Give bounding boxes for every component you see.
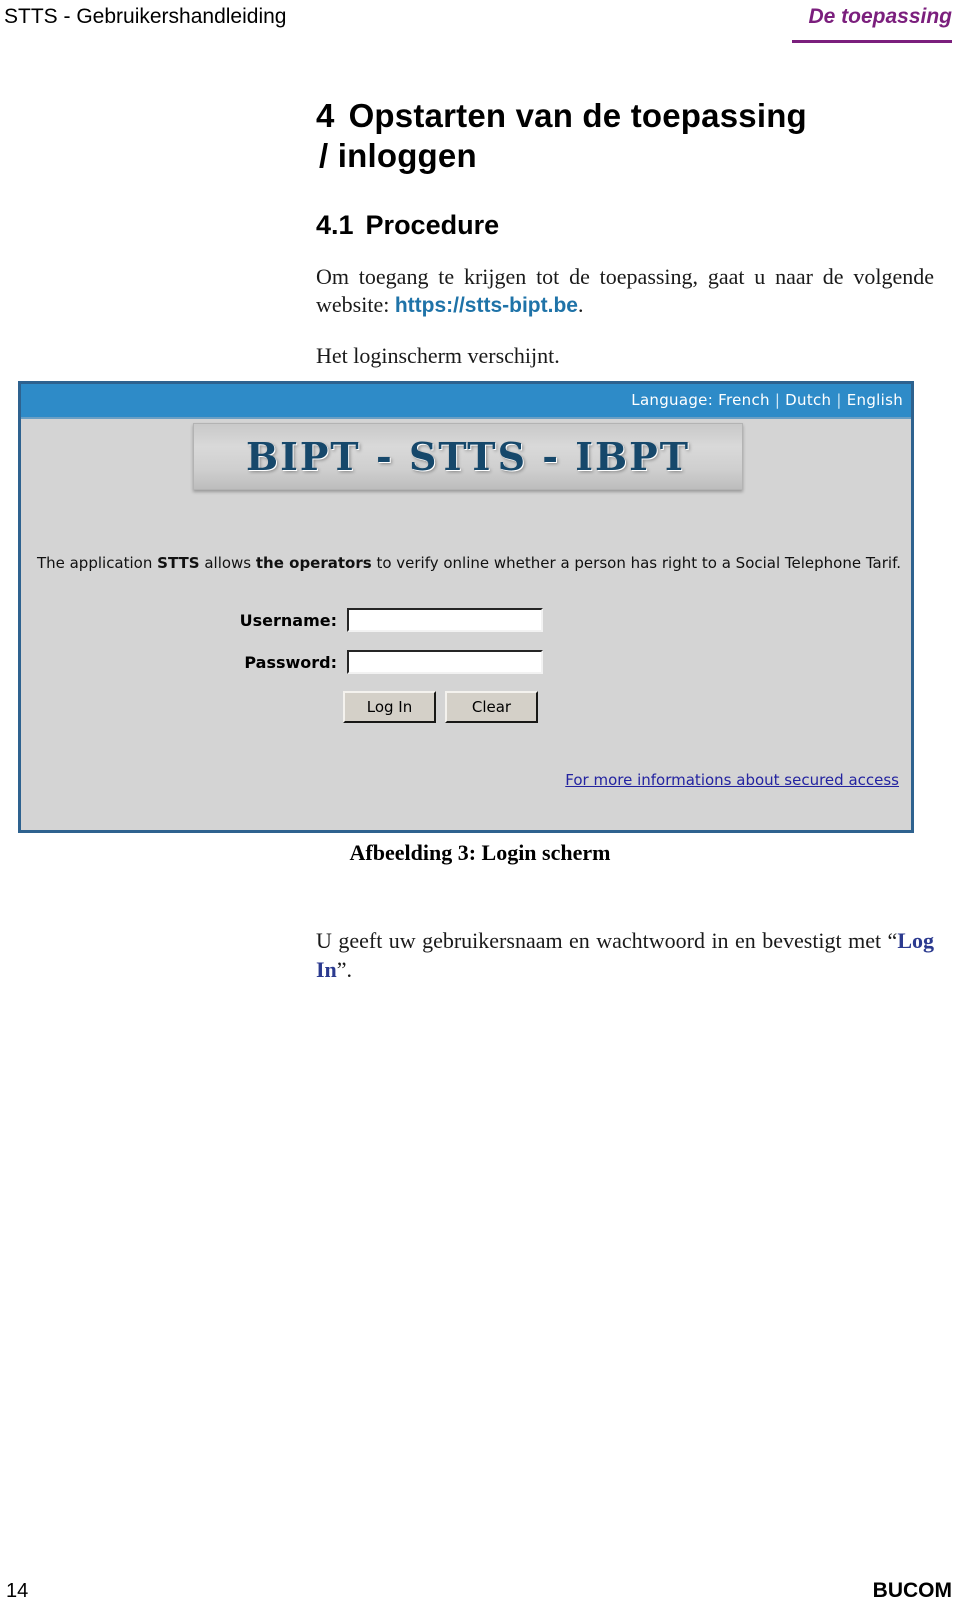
section-label: Procedure: [365, 209, 500, 240]
description-part-3: to verify online whether a person has ri…: [371, 554, 902, 572]
heading-line-2: / inloggen: [319, 137, 477, 175]
password-label: Password:: [244, 652, 337, 672]
stts-login-window: Language: French | Dutch | English BIPT - ST…: [18, 381, 914, 833]
footer-brand: BUCOM: [872, 1579, 952, 1602]
language-option-french[interactable]: French: [718, 391, 770, 409]
login-screen-figure: Language: French | Dutch | English BIPT - ST…: [18, 381, 914, 833]
description-part-2: allows: [199, 554, 256, 572]
document-content: 4 Opstarten van de toepassing / inloggen …: [316, 96, 934, 370]
instruction-text-before: U geeft uw gebruikersnaam en wachtwoord …: [316, 928, 898, 953]
figure-caption: Afbeelding 3: Login scherm: [349, 840, 611, 865]
heading-line-1: Opstarten van de toepassing: [348, 97, 807, 134]
application-description: The application STTS allows the operator…: [35, 554, 903, 572]
section-heading: 4.1 Procedure: [316, 210, 934, 241]
description-bold-stts: STTS: [157, 554, 200, 572]
bipt-stts-ibpt-logo: BIPT - STTS - IBPT: [193, 423, 743, 490]
language-bar: Language: French | Dutch | English: [21, 384, 911, 419]
clear-button[interactable]: Clear: [445, 691, 538, 723]
language-separator-1: |: [774, 391, 781, 409]
log-in-button[interactable]: Log In: [343, 691, 436, 723]
password-row: Password:: [227, 650, 543, 674]
header-section-title: De toepassing: [808, 5, 952, 28]
username-input[interactable]: [347, 608, 543, 632]
form-buttons: Log In Clear: [343, 691, 538, 723]
stts-website-link[interactable]: https://stts-bipt.be: [395, 294, 578, 317]
instruction-paragraph: U geeft uw gebruikersnaam en wachtwoord …: [316, 927, 934, 984]
intro-text-after-url: .: [577, 292, 584, 318]
page-header: STTS - Gebruikershandleiding De toepassi…: [0, 0, 960, 52]
language-separator-2: |: [836, 391, 842, 409]
logo-text: BIPT - STTS - IBPT: [245, 434, 691, 479]
section-number: 4.1: [316, 209, 354, 240]
page-number: 14: [6, 1580, 29, 1602]
description-bold-operators: the operators: [255, 554, 372, 572]
password-input[interactable]: [347, 650, 543, 674]
language-label: Language:: [631, 391, 714, 409]
username-row: Username:: [227, 608, 543, 632]
page-footer: 14 BUCOM: [0, 1573, 960, 1603]
header-document-title: STTS - Gebruikershandleiding: [4, 5, 287, 28]
intro-paragraph: Om toegang te krijgen tot de toepassing,…: [316, 263, 934, 320]
login-screen-note: Het loginscherm verschijnt.: [316, 342, 560, 368]
language-option-dutch[interactable]: Dutch: [785, 391, 831, 409]
language-selector: Language: French | Dutch | English: [631, 391, 903, 409]
username-label: Username:: [239, 610, 337, 630]
secured-access-info-link[interactable]: For more informations about secured acce…: [565, 771, 899, 789]
header-underline-rule: [792, 40, 952, 43]
language-option-english[interactable]: English: [847, 391, 903, 409]
description-part-1: The application: [36, 554, 158, 572]
page-title: 4 Opstarten van de toepassing / inloggen: [316, 96, 934, 177]
heading-number: 4: [316, 97, 335, 134]
post-figure-content: U geeft uw gebruikersnaam en wachtwoord …: [316, 905, 934, 984]
instruction-text-after: ”.: [336, 956, 353, 982]
